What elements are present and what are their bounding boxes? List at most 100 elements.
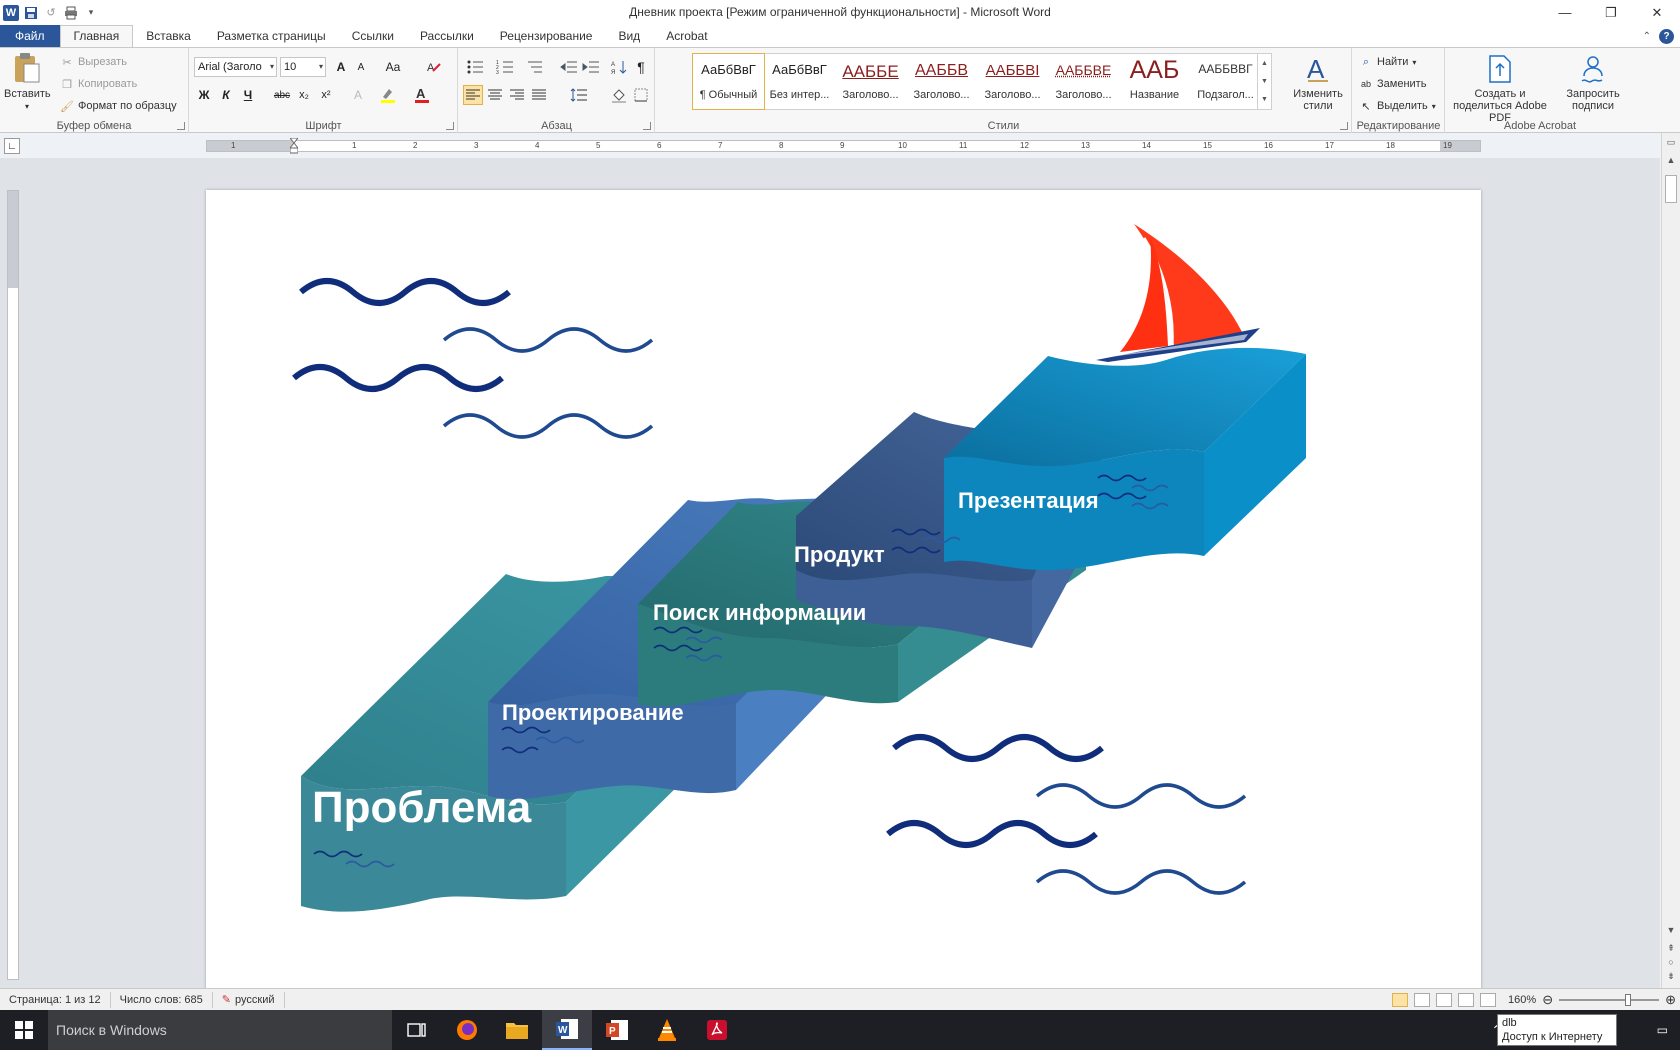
notifications-icon[interactable]: ▭	[1657, 1023, 1668, 1037]
style-title[interactable]: ААБ Название	[1119, 54, 1190, 109]
align-left-icon[interactable]	[463, 85, 483, 105]
acrobat-icon[interactable]	[692, 1010, 742, 1050]
font-size-combo[interactable]: 10 ▾	[280, 57, 326, 77]
powerpoint-icon[interactable]: P	[592, 1010, 642, 1050]
clipboard-launcher[interactable]	[177, 122, 185, 130]
collapse-ribbon-icon[interactable]: ⌃	[1643, 31, 1651, 42]
tab-page-layout[interactable]: Разметка страницы	[204, 26, 339, 47]
tab-view[interactable]: Вид	[605, 26, 653, 47]
borders-icon[interactable]	[631, 85, 651, 105]
paragraph-launcher[interactable]	[643, 122, 651, 130]
tab-home[interactable]: Главная	[59, 25, 134, 47]
scroll-up-icon[interactable]: ▲	[1664, 153, 1678, 167]
line-spacing-icon[interactable]	[569, 85, 589, 105]
draft-view-button[interactable]	[1480, 993, 1497, 1007]
tab-insert[interactable]: Вставка	[133, 26, 204, 47]
change-styles-button[interactable]: A Изменить стили	[1288, 54, 1348, 112]
font-launcher[interactable]	[446, 122, 454, 130]
help-icon[interactable]: ?	[1659, 28, 1674, 44]
copy-button[interactable]: ❐ Копировать	[60, 74, 137, 94]
font-name-combo[interactable]: Arial (Заголо ▾	[194, 57, 277, 77]
close-button[interactable]: ✕	[1634, 0, 1680, 25]
word-taskbar-icon[interactable]: W	[542, 1010, 592, 1050]
outline-view-button[interactable]	[1458, 993, 1475, 1007]
customize-qat-icon[interactable]: ▾	[83, 5, 99, 21]
tab-review[interactable]: Рецензирование	[487, 26, 606, 47]
shrink-font-button[interactable]: A	[351, 57, 371, 77]
minimize-button[interactable]: —	[1542, 0, 1588, 25]
zoom-in-icon[interactable]: ⊕	[1665, 992, 1676, 1008]
tab-file[interactable]: Файл	[0, 25, 60, 47]
word-count[interactable]: Число слов: 685	[111, 991, 213, 1008]
show-marks-icon[interactable]: ¶	[631, 57, 651, 77]
scroll-down-icon[interactable]: ▼	[1664, 923, 1678, 937]
justify-icon[interactable]	[529, 85, 549, 105]
shading-icon[interactable]	[609, 85, 629, 105]
page-indicator[interactable]: Страница: 1 из 12	[0, 991, 111, 1008]
next-page-icon[interactable]: ⇟	[1664, 969, 1678, 983]
paste-button[interactable]: Вставить ▾	[4, 52, 51, 113]
save-icon[interactable]	[23, 5, 39, 21]
zoom-slider-knob[interactable]	[1625, 994, 1632, 1006]
taskbar-search[interactable]: Поиск в Windows	[48, 1010, 392, 1050]
grow-font-button[interactable]: A	[331, 57, 351, 77]
restore-button[interactable]: ❐	[1588, 0, 1634, 25]
style-heading-2[interactable]: ААББВ Заголово...	[906, 54, 977, 109]
web-layout-view-button[interactable]	[1436, 993, 1453, 1007]
find-button[interactable]: ⌕ Найти ▾	[1359, 52, 1417, 72]
replace-button[interactable]: ab Заменить	[1359, 74, 1426, 94]
style-heading-4[interactable]: ААББВЕ Заголово...	[1048, 54, 1119, 109]
change-case-button[interactable]: Aa	[380, 57, 406, 77]
undo-icon[interactable]: ↺	[43, 5, 59, 21]
language-indicator[interactable]: ✎ русский	[213, 991, 285, 1008]
subscript-button[interactable]: x₂	[294, 85, 314, 105]
print-layout-view-button[interactable]	[1392, 993, 1409, 1007]
task-view-icon[interactable]	[392, 1010, 442, 1050]
ruler-toggle-icon[interactable]: ▭	[1664, 135, 1678, 149]
zoom-level[interactable]: 160%	[1508, 994, 1536, 1006]
cut-button[interactable]: ✂ Вырезать	[60, 52, 127, 72]
file-explorer-icon[interactable]	[492, 1010, 542, 1050]
request-signatures-button[interactable]: Запросить подписи	[1558, 54, 1628, 112]
firefox-icon[interactable]	[442, 1010, 492, 1050]
tab-acrobat[interactable]: Acrobat	[653, 26, 720, 47]
full-screen-view-button[interactable]	[1414, 993, 1431, 1007]
strikethrough-button[interactable]: abc	[272, 85, 292, 105]
text-effects-icon[interactable]: A	[348, 85, 368, 105]
highlight-icon[interactable]	[378, 85, 398, 105]
create-share-pdf-button[interactable]: Создать и поделиться Adobe PDF	[1450, 54, 1550, 124]
vertical-scrollbar[interactable]: ▭ ▲ ▼ ⇞ ○ ⇟	[1661, 133, 1680, 988]
italic-button[interactable]: К	[216, 85, 236, 105]
sort-icon[interactable]: AЯ	[609, 57, 629, 77]
style-subtitle[interactable]: ААББВВГ Подзагол...	[1190, 54, 1261, 109]
style-normal[interactable]: АаБбВвГ ¶ Обычный	[692, 53, 765, 110]
clear-formatting-icon[interactable]: A	[424, 57, 444, 77]
tab-selector-icon[interactable]: ∟	[4, 138, 20, 154]
format-painter-button[interactable]: 🖌 Формат по образцу	[60, 96, 177, 116]
numbering-icon[interactable]: 123	[495, 57, 515, 77]
vertical-ruler[interactable]	[7, 190, 19, 980]
align-center-icon[interactable]	[485, 85, 505, 105]
superscript-button[interactable]: x²	[316, 85, 336, 105]
vlc-icon[interactable]	[642, 1010, 692, 1050]
document-page[interactable]: Проблема Проектирование Поиск информации…	[206, 190, 1481, 988]
gallery-scroll[interactable]: ▲ ▼ ▼	[1257, 54, 1271, 109]
multilevel-list-icon[interactable]	[525, 57, 545, 77]
styles-launcher[interactable]	[1340, 122, 1348, 130]
style-heading-1[interactable]: ААББЕ Заголово...	[835, 54, 906, 109]
style-no-spacing[interactable]: АаБбВвГ Без интер...	[764, 54, 835, 109]
select-button[interactable]: ↖ Выделить ▾	[1359, 96, 1435, 116]
tab-mailings[interactable]: Рассылки	[407, 26, 487, 47]
start-button[interactable]	[0, 1010, 48, 1050]
increase-indent-icon[interactable]	[581, 57, 601, 77]
bullets-icon[interactable]	[465, 57, 485, 77]
zoom-slider[interactable]	[1559, 993, 1660, 1007]
underline-button[interactable]: Ч	[238, 85, 258, 105]
bold-button[interactable]: Ж	[194, 85, 214, 105]
style-heading-3[interactable]: ААББВІ Заголово...	[977, 54, 1048, 109]
scroll-thumb[interactable]	[1665, 175, 1677, 203]
browse-object-icon[interactable]: ○	[1664, 955, 1678, 969]
zoom-out-icon[interactable]: ⊖	[1542, 992, 1553, 1008]
word-logo-icon[interactable]: W	[3, 4, 19, 21]
document-canvas[interactable]: Проблема Проектирование Поиск информации…	[0, 158, 1660, 988]
